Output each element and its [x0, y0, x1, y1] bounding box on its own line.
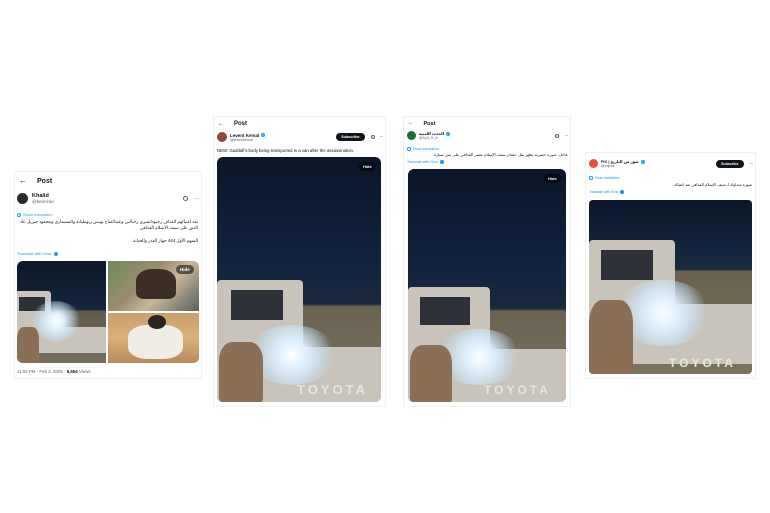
translate-with-grok-label: Translate with Grok	[17, 251, 52, 256]
soldier-figure	[219, 342, 263, 402]
soldier-figure	[17, 327, 39, 363]
media-photo-closeup-bottom[interactable]	[108, 313, 199, 363]
more-options-icon[interactable]: ···	[750, 161, 754, 167]
author-handle[interactable]: @leventkemal	[230, 138, 265, 142]
show-translation-link[interactable]: Show translation	[407, 147, 439, 151]
author-row: Khalid @bennzan ···	[17, 193, 199, 204]
post-card-khalid: ← Post Khalid @bennzan ··· Show translat…	[15, 172, 201, 378]
back-arrow-icon[interactable]: ←	[19, 177, 27, 185]
post-header-title: Post	[234, 121, 248, 127]
verified-badge-icon: ✓	[640, 159, 645, 164]
translate-with-grok-link[interactable]: Translate with Grok	[17, 251, 58, 256]
avatar[interactable]	[589, 159, 598, 168]
subscribe-button[interactable]: Subscribe	[716, 159, 744, 168]
author-row: الحدث الليبية ✓ @ALD_H_N ···	[407, 131, 568, 140]
grok-badge-icon	[440, 160, 444, 164]
media-photo-closeup-top[interactable]: Hide	[108, 261, 199, 311]
media-photo-night-truck[interactable]: TOYOTA	[589, 200, 752, 374]
hide-button[interactable]: Hide	[359, 162, 376, 171]
author-row: Levent Kemal ✓ @leventkemal Subscribe ··…	[217, 132, 383, 142]
post-card-levent-kemal: ← Post Levent Kemal ✓ @leventkemal Subsc…	[214, 117, 385, 406]
avatar[interactable]	[217, 132, 227, 142]
grok-icon[interactable]	[182, 196, 188, 201]
post-card-alhadath: ← Post الحدث الليبية ✓ @ALD_H_N ··· Show…	[404, 117, 570, 406]
post-text-line: الدور على سيف الاسلام القذافي	[139, 225, 198, 231]
views-label: Views	[78, 369, 91, 374]
translate-with-grok-label: Translate with Grok	[589, 190, 619, 194]
soldier-figure	[410, 345, 452, 402]
globe-icon	[17, 212, 21, 217]
post-text: صورة متداولة لـ سيف الإسلام القذافي بعد …	[672, 182, 752, 187]
post-header: ← Post	[408, 121, 435, 127]
hide-button[interactable]: Hide	[544, 174, 561, 183]
back-arrow-icon[interactable]: ←	[408, 121, 414, 127]
grok-icon[interactable]	[370, 135, 375, 139]
show-translation-label: Show translation	[23, 212, 53, 217]
author-handle[interactable]: @ALD_H_N	[419, 136, 450, 140]
author-handle[interactable]: @oldpic8	[601, 164, 645, 168]
translate-with-grok-link[interactable]: Translate with Grok	[407, 160, 444, 164]
subscribe-button[interactable]: Subscribe	[336, 133, 365, 141]
verified-badge-icon: ✓	[446, 131, 451, 136]
show-translation-link[interactable]: Show translation	[17, 212, 53, 217]
post-header: ← Post	[19, 177, 52, 185]
grok-badge-icon	[620, 190, 624, 194]
verified-badge-icon: ✓	[261, 133, 266, 137]
photo-figure	[136, 269, 176, 299]
post-meta: 11:05 PM · Feb 2, 2026 · 5,654 Views	[17, 369, 91, 374]
show-translation-label: Show translation	[594, 176, 620, 180]
post-card-oldpic: PIC | صور من التاريخ ✓ @oldpic8 Subscrib…	[586, 153, 755, 378]
more-options-icon[interactable]: ···	[380, 134, 384, 140]
post-text: بعد اغتيالهم القذاف رخنوداشتري رجبالتي و…	[17, 219, 198, 244]
truck-window	[420, 297, 470, 325]
hide-button[interactable]: Hide	[176, 265, 194, 274]
author-name-text: Levent Kemal	[230, 132, 260, 138]
truck-plate-text: TOYOTA	[297, 382, 368, 397]
photo-figure	[128, 325, 183, 359]
post-text: عاجل: صورة حصرية تظهر نقل جثمان سيف الإس…	[433, 152, 568, 157]
post-header-title: Post	[37, 177, 53, 185]
soldier-figure	[589, 300, 633, 374]
show-translation-label: Show translation	[412, 147, 440, 151]
translate-with-grok-link[interactable]: Translate with Grok	[589, 190, 624, 194]
avatar[interactable]	[407, 131, 416, 140]
truck-plate-text: TOYOTA	[484, 383, 551, 397]
grok-badge-icon	[53, 251, 58, 256]
views-count: 5,654	[66, 369, 78, 374]
media-photo-night-truck[interactable]	[17, 261, 106, 363]
media-photo-night-truck[interactable]: TOYOTA Hide	[217, 157, 381, 402]
back-arrow-icon[interactable]: ←	[218, 121, 224, 127]
truck-window	[601, 250, 653, 280]
media-grid[interactable]: Hide	[17, 261, 199, 363]
post-text: NEW: Gaddafi's body being transported in…	[217, 148, 355, 153]
photo-head	[148, 315, 166, 329]
author-row: PIC | صور من التاريخ ✓ @oldpic8 Subscrib…	[589, 159, 753, 168]
more-options-icon[interactable]: ···	[565, 133, 569, 139]
post-header-title: Post	[423, 121, 436, 127]
avatar[interactable]	[17, 193, 28, 204]
show-translation-link[interactable]: Show translation	[589, 176, 620, 180]
truck-plate-text: TOYOTA	[669, 356, 736, 370]
translate-with-grok-label: Translate with Grok	[407, 160, 439, 164]
post-time[interactable]: 11:05 PM · Feb 2, 2026	[17, 369, 63, 374]
author-handle[interactable]: @bennzan	[32, 199, 54, 204]
globe-icon	[407, 147, 411, 151]
more-options-icon[interactable]: ···	[195, 196, 200, 202]
post-text-line: المتهم الأول 444 جهاز الغدر والخيانة	[133, 237, 198, 243]
truck-window	[231, 290, 283, 320]
post-header: ← Post	[218, 121, 247, 127]
globe-icon	[589, 176, 593, 180]
grok-icon[interactable]	[554, 133, 559, 138]
media-photo-night-truck[interactable]: TOYOTA Hide	[408, 169, 566, 402]
